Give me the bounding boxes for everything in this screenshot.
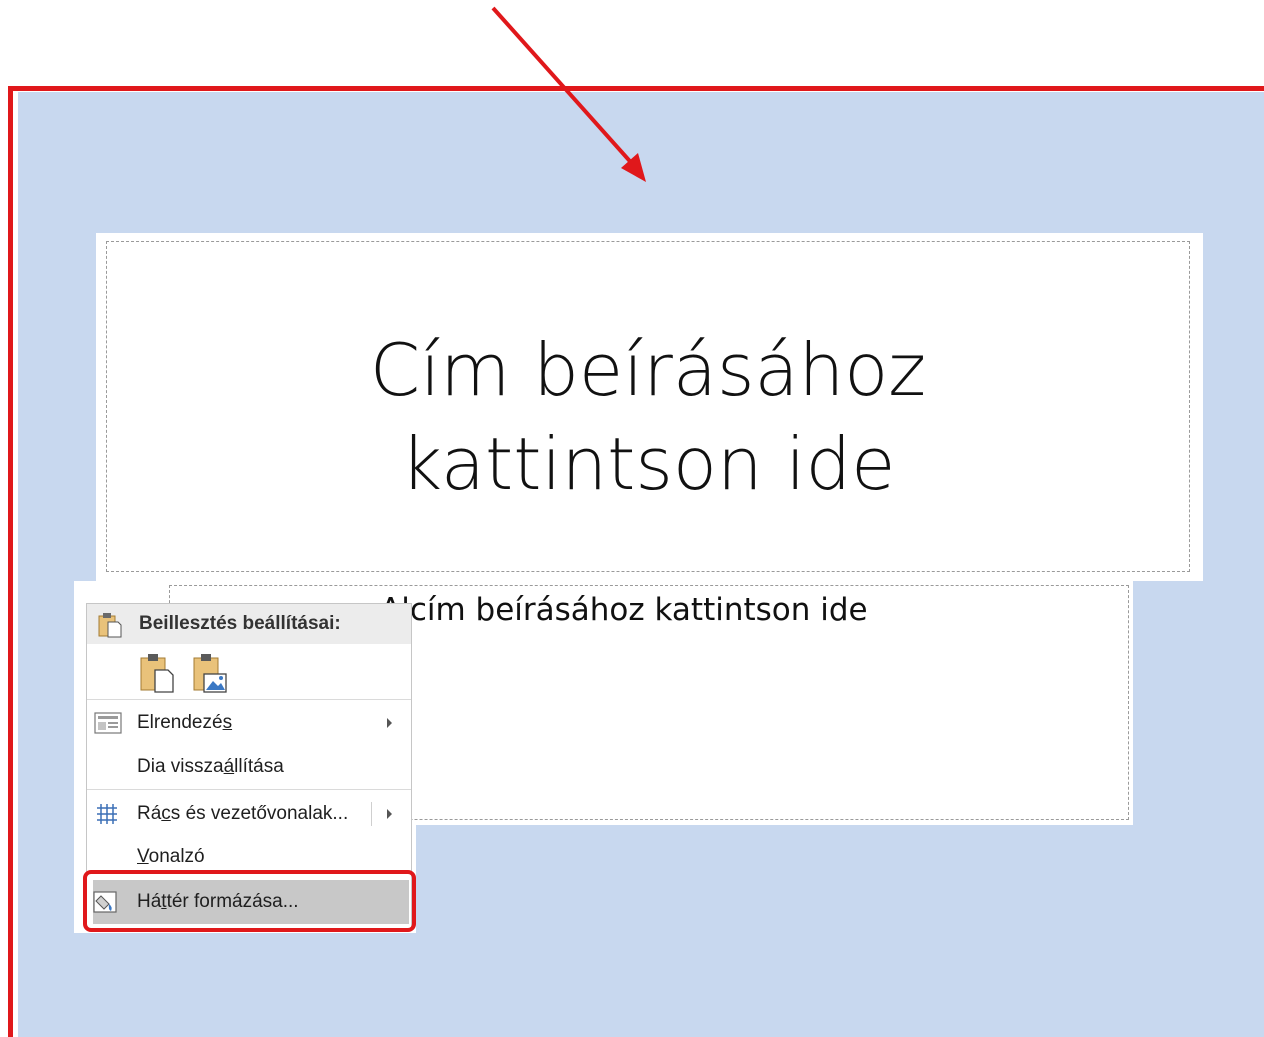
- annotation-highlight-box: [83, 870, 416, 932]
- submenu-arrow-icon: [387, 809, 392, 819]
- annotation-frame-left: [8, 86, 13, 1037]
- menu-separator: [87, 789, 411, 790]
- menu-item-ruler-label: Vonalzó: [137, 846, 205, 867]
- paste-as-picture-icon[interactable]: [190, 652, 232, 694]
- clipboard-icon: [98, 613, 122, 638]
- annotation-arrow-icon: [491, 6, 646, 182]
- title-placeholder-text: Cím beírásához kattintson ide: [369, 327, 927, 506]
- title-placeholder[interactable]: Cím beírásához kattintson ide: [106, 241, 1190, 572]
- paste-options-header: Beillesztés beállításai:: [87, 604, 411, 644]
- menu-item-layout[interactable]: Elrendezés: [87, 703, 411, 743]
- submenu-arrow-icon: [387, 718, 392, 728]
- layout-icon: [94, 712, 122, 734]
- submenu-divider: [371, 802, 372, 826]
- menu-item-reset-slide-label: Dia visszaállítása: [137, 756, 284, 777]
- menu-item-grid-guides-label: Rács és vezetővonalak...: [137, 803, 349, 824]
- subtitle-placeholder-text: Alcím beírásához kattintson ide: [380, 592, 868, 628]
- menu-item-layout-label: Elrendezés: [137, 712, 233, 733]
- paste-keep-formatting-icon[interactable]: [137, 652, 179, 694]
- menu-item-grid-guides[interactable]: Rács és vezetővonalak...: [87, 794, 411, 834]
- menu-separator: [87, 699, 411, 700]
- paste-options-label: Beillesztés beállításai:: [139, 613, 341, 634]
- grid-icon: [97, 804, 117, 824]
- menu-item-reset-slide[interactable]: Dia visszaállítása: [87, 747, 411, 787]
